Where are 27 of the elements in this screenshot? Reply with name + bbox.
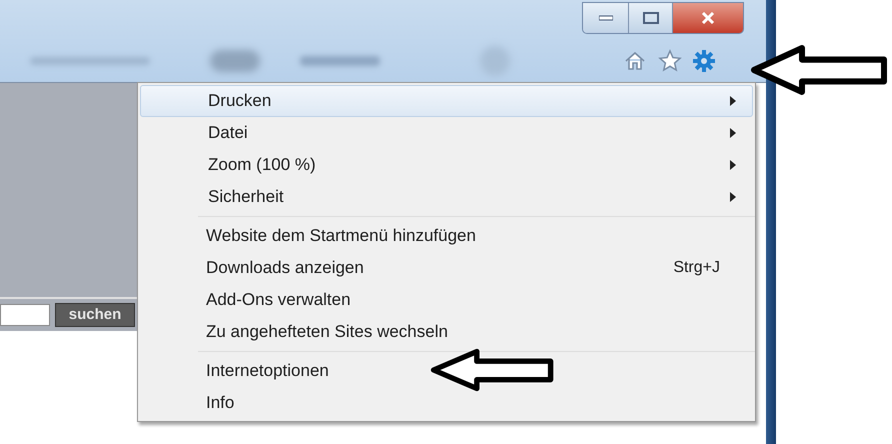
menu-item[interactable]: Datei [140,117,753,149]
blurred-toolbar-item [210,50,260,72]
menu-item[interactable]: Internetoptionen [198,355,755,387]
settings-icon[interactable] [692,49,716,73]
submenu-arrow-icon [730,160,736,170]
minimize-button[interactable] [583,3,629,33]
submenu-arrow-icon [730,128,736,138]
submenu-arrow-icon [730,96,736,106]
minimize-icon [598,15,612,21]
star-icon[interactable] [658,49,682,73]
menu-item[interactable]: Zu angehefteten Sites wechseln [198,316,755,348]
maximize-icon [642,12,658,24]
menu-item[interactable]: Drucken [140,85,753,117]
shortcut-label: Strg+J [673,258,720,278]
home-icon[interactable] [624,50,646,72]
search-field[interactable] [0,304,50,326]
menu-item[interactable]: Add-Ons verwalten [198,284,755,316]
menu-item[interactable]: Sicherheit [140,181,753,213]
close-icon [701,12,715,24]
close-button[interactable] [673,3,743,33]
maximize-button[interactable] [629,3,673,33]
menu-item[interactable]: Zoom (100 %) [140,149,753,181]
menu-item[interactable]: Downloads anzeigen Strg+J [198,252,755,284]
search-button[interactable]: suchen [55,303,135,327]
submenu-arrow-icon [730,192,736,202]
menu-item[interactable]: Website dem Startmenü hinzufügen [198,220,755,252]
menu-item[interactable]: Info [198,387,755,419]
